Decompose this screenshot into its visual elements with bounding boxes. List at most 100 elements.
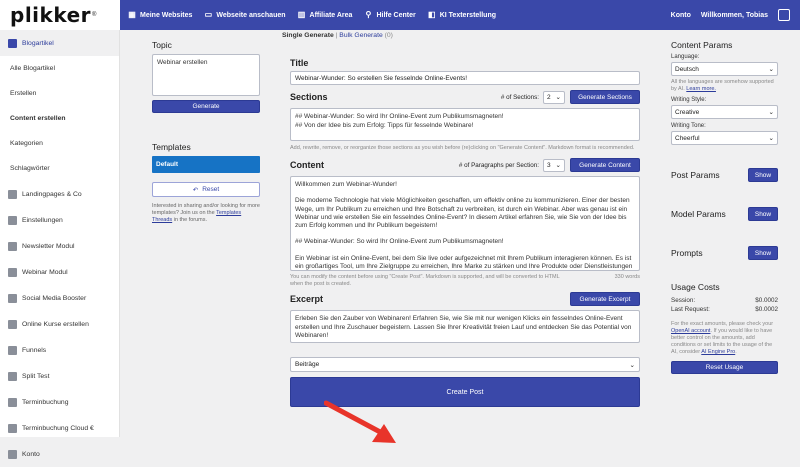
sidebar-item-online-kurse[interactable]: Online Kurse erstellen [0, 311, 119, 337]
sidebar-item-label: Terminbuchung [22, 398, 69, 406]
sidebar-item-terminbuchung-cloud[interactable]: Terminbuchung Cloud € [0, 415, 119, 441]
model-params-show-button[interactable]: Show [748, 207, 778, 221]
paragraphs-count-value: 3 [547, 161, 551, 169]
paragraphs-count-select[interactable]: 3 ⌄ [543, 158, 565, 172]
logo-text: plikker [10, 3, 92, 27]
sidebar-item-blogartikel[interactable]: Blogartikel [0, 30, 119, 56]
sidebar-item-landingpages[interactable]: Landingpages & Co [0, 181, 119, 207]
post-type-select[interactable]: Beiträge ⌄ [290, 357, 640, 372]
generate-sections-button[interactable]: Generate Sections [570, 90, 640, 104]
reset-label: Reset [202, 186, 220, 193]
reset-usage-button[interactable]: Reset Usage [671, 361, 778, 374]
topbar-item-affiliate[interactable]: ▥ Affiliate Area [298, 11, 353, 19]
chart-icon: ▥ [297, 10, 306, 19]
topbar-item-view-site[interactable]: ▭ Webseite anschauen [204, 11, 286, 19]
prompts-heading: Prompts [671, 248, 703, 258]
usage-note: For the exact amounts, please check your… [671, 321, 778, 356]
top-admin-bar: ▦ Meine Websites ▭ Webseite anschauen ▥ Aff… [120, 0, 800, 30]
sidebar-item-webinar[interactable]: Webinar Modul [0, 259, 119, 285]
excerpt-value: Erleben Sie den Zauber von Webinaren! Er… [295, 315, 632, 339]
sidebar-item-label: Content erstellen [10, 115, 66, 122]
logo[interactable]: plikker ® [0, 0, 120, 30]
excerpt-label: Excerpt [290, 294, 324, 304]
sections-count-select[interactable]: 2 ⌄ [543, 90, 565, 104]
chevron-down-icon: ⌄ [768, 109, 774, 116]
chevron-down-icon: ⌄ [555, 162, 561, 169]
main-content: Topic Webinar erstellen Generate Templat… [120, 30, 800, 443]
writing-style-select[interactable]: Creative ⌄ [671, 105, 778, 119]
avatar[interactable] [778, 9, 790, 21]
sections-count-label: # of Sections: [500, 93, 539, 101]
sidebar-item-content-erstellen[interactable]: Content erstellen [0, 106, 119, 131]
topbar-item-ai[interactable]: ◧ KI Texterstellung [428, 11, 496, 19]
post-params-show-button[interactable]: Show [748, 168, 778, 182]
generate-tabs: Single Generate | Bulk Generate (0) [282, 32, 393, 39]
tab-bulk-generate[interactable]: Bulk Generate [339, 32, 382, 39]
writing-tone-select[interactable]: Cheerful ⌄ [671, 131, 778, 145]
content-textarea[interactable]: Willkommen zum Webinar-Wunder! Die moder… [290, 176, 640, 271]
chevron-down-icon: ⌄ [768, 66, 774, 73]
content-hint: You can modify the content before using … [290, 274, 560, 287]
sidebar-item-schlagwoerter[interactable]: Schlagwörter [0, 156, 119, 181]
sidebar-item-alle-blogartikel[interactable]: Alle Blogartikel [0, 56, 119, 81]
pages-icon [8, 189, 17, 199]
dashboard-icon: ▦ [128, 10, 136, 19]
sidebar-item-label: Schlagwörter [10, 165, 50, 172]
usage-session: Session: $0.0002 [671, 296, 778, 305]
usage-last-request: Last Request: $0.0002 [671, 305, 778, 314]
section-line: ## Webinar-Wunder: So wird Ihr Online-Ev… [295, 113, 504, 120]
reset-template-button[interactable]: ↶ Reset [152, 182, 260, 197]
sidebar-item-funnels[interactable]: Funnels [0, 337, 119, 363]
sidebar-item-einstellungen[interactable]: Einstellungen [0, 207, 119, 233]
welcome-user[interactable]: Willkommen, Tobias [701, 12, 768, 19]
sidebar-item-konto[interactable]: Konto [0, 441, 119, 467]
ai-icon: ◧ [427, 10, 436, 19]
title-input[interactable]: Webinar-Wunder: So erstellen Sie fesseln… [290, 71, 640, 85]
post-type-value: Beiträge [295, 361, 320, 368]
sidebar-item-label: Webinar Modul [22, 268, 68, 276]
course-icon [8, 319, 17, 329]
sections-label: Sections [290, 92, 328, 102]
excerpt-textarea[interactable]: Erleben Sie den Zauber von Webinaren! Er… [290, 310, 640, 343]
learn-more-link[interactable]: Learn more. [686, 86, 716, 92]
templates-note: Interested in sharing and/or looking for… [152, 203, 260, 224]
sidebar-item-split-test[interactable]: Split Test [0, 363, 119, 389]
sidebar-item-social-media[interactable]: Social Media Booster [0, 285, 119, 311]
sidebar-item-label: Online Kurse erstellen [22, 320, 89, 328]
language-note: All the languages are somehow supported … [671, 79, 778, 93]
sidebar-item-terminbuchung[interactable]: Terminbuchung [0, 389, 119, 415]
funnel-icon [8, 345, 17, 355]
sidebar-item-erstellen[interactable]: Erstellen [0, 81, 119, 106]
sidebar-item-label: Landingpages & Co [22, 190, 82, 198]
word-count: 330 words [614, 274, 640, 280]
openai-account-link[interactable]: OpenAI account [671, 328, 710, 334]
template-default[interactable]: Default [152, 156, 260, 173]
edit-icon [8, 38, 17, 48]
title-label: Title [290, 58, 309, 68]
topbar-item-websites[interactable]: ▦ Meine Websites [128, 11, 192, 19]
topbar-item-help[interactable]: ⚲ Hilfe Center [364, 10, 416, 19]
ai-engine-pro-link[interactable]: AI Engine Pro [701, 349, 735, 355]
sidebar-item-newsletter[interactable]: Newsletter Modul [0, 233, 119, 259]
generate-topic-button[interactable]: Generate [152, 100, 260, 113]
calendar-cloud-icon [8, 423, 17, 433]
content-label: Content [290, 160, 324, 170]
center-column: Title Webinar-Wunder: So erstellen Sie f… [290, 58, 640, 407]
sections-textarea[interactable]: ## Webinar-Wunder: So wird Ihr Online-Ev… [290, 108, 640, 141]
sidebar-item-label: Terminbuchung Cloud € [22, 424, 94, 432]
bulk-count: (0) [382, 32, 393, 39]
sidebar-item-kategorien[interactable]: Kategorien [0, 131, 119, 156]
search-icon: ⚲ [365, 10, 372, 19]
settings-icon [8, 215, 17, 225]
account-link[interactable]: Konto [671, 12, 691, 19]
language-select[interactable]: Deutsch ⌄ [671, 62, 778, 76]
generate-excerpt-button[interactable]: Generate Excerpt [570, 292, 640, 306]
prompts-show-button[interactable]: Show [748, 246, 778, 260]
tab-single-generate[interactable]: Single Generate [282, 32, 334, 39]
session-label: Session: [671, 297, 696, 304]
topic-textarea[interactable]: Webinar erstellen [152, 54, 260, 96]
writing-style-value: Creative [675, 108, 700, 116]
content-paragraph: Willkommen zum Webinar-Wunder! [295, 181, 397, 188]
generate-content-button[interactable]: Generate Content [570, 158, 640, 172]
split-icon [8, 371, 17, 381]
